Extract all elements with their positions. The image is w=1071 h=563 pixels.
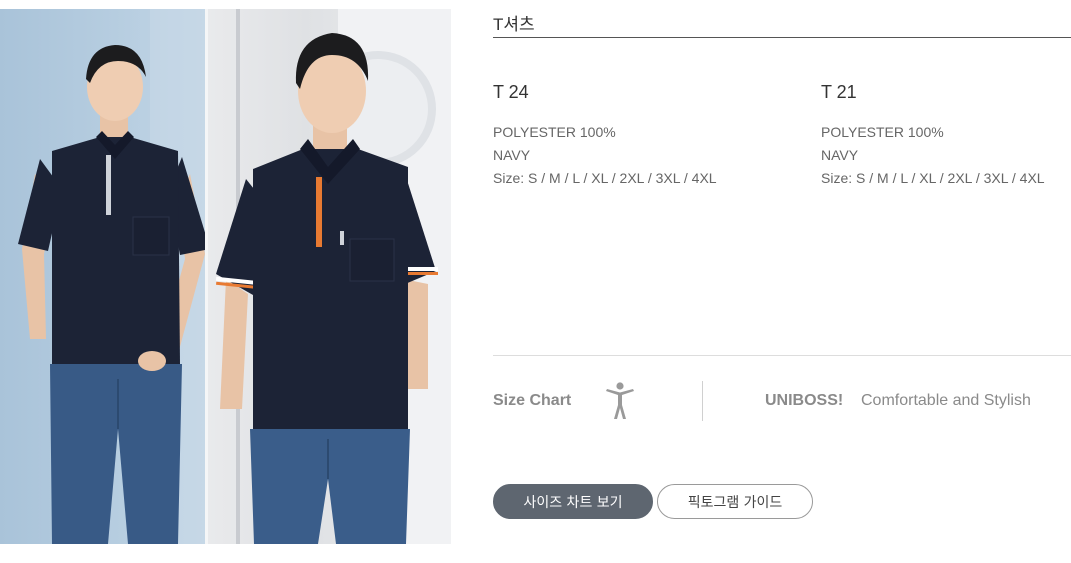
model-right-photo <box>208 9 451 544</box>
pictogram-guide-button[interactable]: 픽토그램 가이드 <box>657 484 813 519</box>
product-card-t24: T 24 POLYESTER 100% NAVY Size: S / M / L… <box>493 82 717 190</box>
product-material: POLYESTER 100% <box>493 124 616 140</box>
title-divider <box>493 37 1071 38</box>
vertical-divider <box>702 381 703 421</box>
size-chart-button[interactable]: 사이즈 차트 보기 <box>493 484 653 519</box>
product-photo <box>0 9 451 544</box>
product-sizes: Size: S / M / L / XL / 2XL / 3XL / 4XL <box>821 170 1045 186</box>
product-color: NAVY <box>493 147 531 163</box>
product-code: T 21 <box>821 82 857 102</box>
section-title: T셔츠 <box>493 15 535 34</box>
product-sizes: Size: S / M / L / XL / 2XL / 3XL / 4XL <box>493 170 717 186</box>
brand-name: UNIBOSS! <box>765 392 844 409</box>
product-material: POLYESTER 100% <box>821 124 944 140</box>
product-card-t21: T 21 POLYESTER 100% NAVY Size: S / M / L… <box>821 82 1045 190</box>
size-chart-label: Size Chart <box>493 392 572 409</box>
brand-tagline: Comfortable and Stylish <box>861 392 1031 409</box>
person-standing-icon <box>604 382 636 420</box>
product-color: NAVY <box>821 147 859 163</box>
content-divider <box>493 355 1071 356</box>
product-code: T 24 <box>493 82 529 102</box>
model-left-photo <box>0 9 208 544</box>
